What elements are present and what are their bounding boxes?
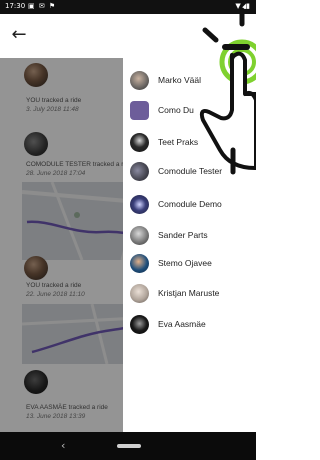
back-button[interactable]: ← — [4, 20, 34, 50]
drawer-item-label: Como Du — [158, 105, 194, 115]
avatar — [130, 254, 149, 273]
drawer-item-label: Sander Parts — [158, 230, 208, 240]
drawer-item-label: Marko Vääl — [158, 75, 201, 85]
drawer-item-user[interactable]: Marko Vääl — [123, 66, 256, 96]
drawer-item-user[interactable]: Sander Parts — [123, 221, 256, 251]
drawer-item-user[interactable]: Comodule Tester — [123, 157, 256, 187]
notification-icons: ▣ ✉ ⚑ — [28, 2, 57, 10]
avatar — [130, 133, 149, 152]
avatar — [130, 71, 149, 90]
signal-battery-icons: ▼◢▮ — [235, 2, 250, 10]
status-time: 17:30 — [5, 2, 26, 10]
drawer-item-user[interactable]: Teet Praks — [123, 128, 256, 158]
system-nav-bar: ‹ — [0, 432, 256, 460]
drawer-item-user[interactable]: Kristjan Maruste — [123, 279, 256, 309]
drawer-item-user[interactable]: Como Du — [123, 96, 256, 126]
drawer-item-user[interactable]: Stemo Ojavee — [123, 249, 256, 279]
avatar — [130, 284, 149, 303]
app-bar: ← — [0, 14, 256, 58]
user-drawer: Marko Vääl Como Du Teet Praks Comodule T… — [123, 58, 256, 432]
drawer-item-label: Comodule Demo — [158, 199, 222, 209]
avatar — [130, 315, 149, 334]
status-bar: 17:30 ▣ ✉ ⚑ ▼◢▮ — [0, 0, 256, 14]
drawer-item-label: Stemo Ojavee — [158, 258, 212, 268]
avatar — [130, 226, 149, 245]
drawer-item-user[interactable]: Eva Aasmäe — [123, 310, 256, 340]
avatar — [130, 101, 149, 120]
drawer-item-label: Teet Praks — [158, 137, 199, 147]
avatar — [130, 195, 149, 214]
avatar — [130, 162, 149, 181]
nav-home-pill[interactable] — [117, 444, 141, 448]
drawer-item-label: Kristjan Maruste — [158, 288, 220, 298]
drawer-item-label: Comodule Tester — [158, 166, 223, 176]
nav-back-icon[interactable]: ‹ — [61, 439, 65, 452]
drawer-item-user[interactable]: Comodule Demo — [123, 190, 256, 220]
drawer-item-label: Eva Aasmäe — [158, 319, 206, 329]
